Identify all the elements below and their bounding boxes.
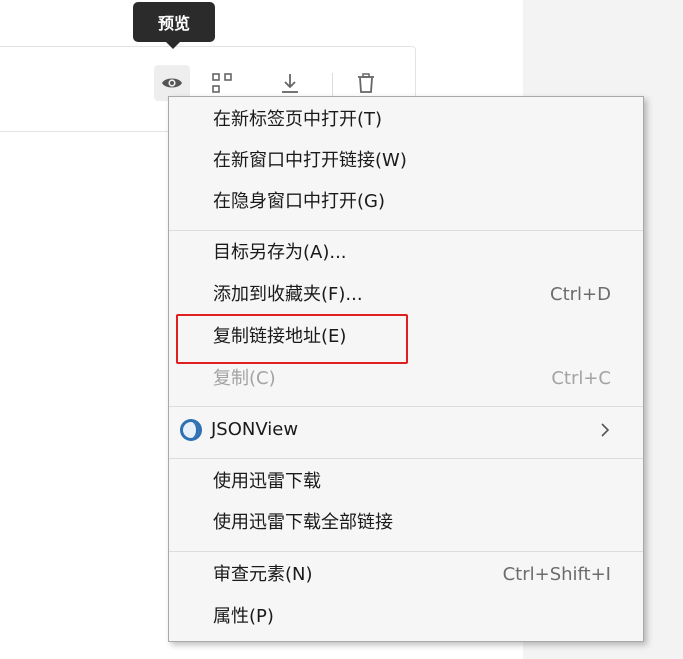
menu-item-properties[interactable]: 属性(P)	[169, 600, 643, 634]
menu-shortcut: Ctrl+D	[550, 284, 611, 305]
toolbar-divider	[332, 73, 333, 97]
menu-separator	[169, 458, 643, 459]
download-icon	[282, 74, 298, 93]
menu-item-copy: 复制(C) Ctrl+C	[169, 362, 643, 396]
chevron-right-icon	[601, 423, 610, 437]
menu-item-add-to-favorites[interactable]: 添加到收藏夹(F)... Ctrl+D	[169, 278, 643, 312]
jsonview-icon	[180, 419, 202, 441]
preview-tooltip: 预览	[133, 2, 215, 42]
menu-item-save-target-as[interactable]: 目标另存为(A)...	[169, 236, 643, 270]
menu-item-thunder-download[interactable]: 使用迅雷下载	[169, 465, 643, 499]
eye-icon	[162, 78, 182, 88]
menu-item-open-incognito[interactable]: 在隐身窗口中打开(G)	[169, 185, 643, 219]
menu-item-open-new-tab[interactable]: 在新标签页中打开(T)	[169, 103, 643, 137]
menu-item-open-new-window[interactable]: 在新窗口中打开链接(W)	[169, 144, 643, 178]
menu-separator	[169, 230, 643, 231]
menu-shortcut: Ctrl+Shift+I	[502, 564, 611, 585]
menu-separator	[169, 551, 643, 552]
tooltip-arrow	[166, 42, 180, 49]
menu-item-thunder-download-all[interactable]: 使用迅雷下载全部链接	[169, 506, 643, 540]
menu-shortcut: Ctrl+C	[551, 368, 611, 389]
context-menu: 在新标签页中打开(T) 在新窗口中打开链接(W) 在隐身窗口中打开(G) 目标另…	[168, 96, 644, 642]
menu-item-inspect-element[interactable]: 审查元素(N) Ctrl+Shift+I	[169, 558, 643, 592]
scan-icon	[212, 73, 232, 93]
menu-item-jsonview[interactable]: JSONView	[169, 413, 643, 447]
menu-separator	[169, 406, 643, 407]
trash-icon	[358, 73, 374, 93]
highlight-annotation	[176, 314, 408, 364]
